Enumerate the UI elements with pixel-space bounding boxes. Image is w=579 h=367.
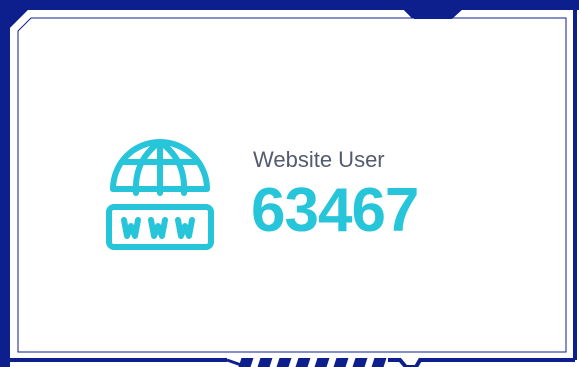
widget-content: Website User 63467 xyxy=(105,136,495,266)
website-user-widget: Website User 63467 xyxy=(0,0,579,367)
decorative-bar xyxy=(276,358,292,367)
decorative-bar xyxy=(333,358,349,367)
stat-label: Website User xyxy=(253,147,385,172)
bottom-decorative-bars xyxy=(238,358,387,367)
decorative-bar xyxy=(371,358,387,367)
decorative-bar xyxy=(238,358,254,367)
stat-value: 63467 xyxy=(251,176,419,245)
decorative-bar xyxy=(257,358,273,367)
www-globe-icon xyxy=(105,136,215,266)
decorative-bar xyxy=(295,358,311,367)
stat-text-block: Website User 63467 xyxy=(251,146,419,245)
decorative-bar xyxy=(314,358,330,367)
decorative-bar xyxy=(352,358,368,367)
